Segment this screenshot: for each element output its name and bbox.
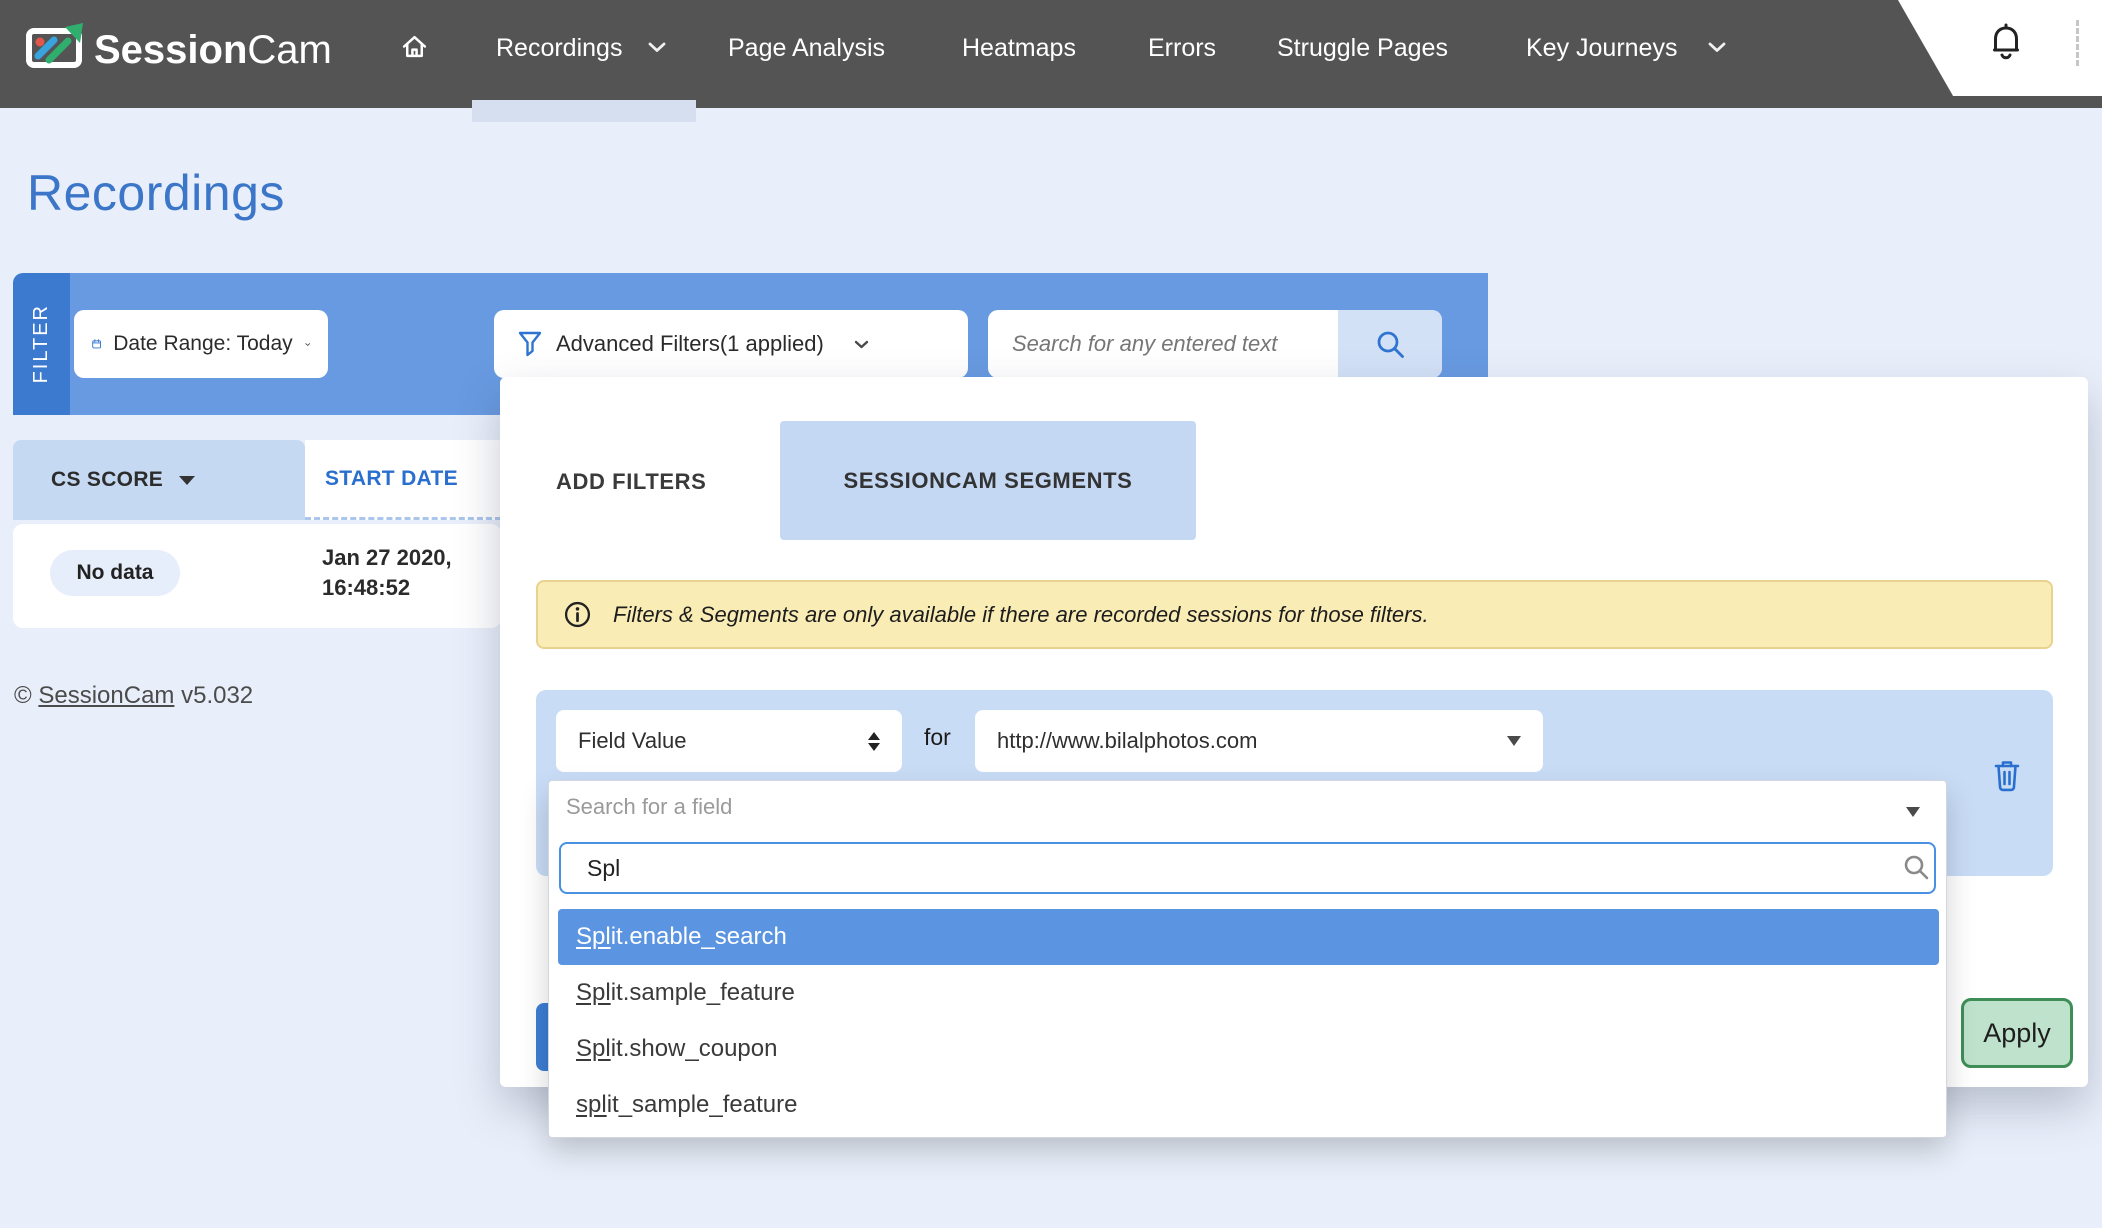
brand-name: SessionCam: [94, 22, 332, 78]
active-tab-indicator: [472, 100, 696, 122]
sessioncam-logo-icon: [25, 22, 85, 74]
notifications-bell-icon[interactable]: [1988, 22, 2024, 71]
chevron-down-icon: [1708, 42, 1726, 53]
field-type-select[interactable]: Field Value: [556, 710, 902, 772]
option-rest-text: it.sample_feature: [611, 979, 795, 1006]
chevron-down-icon: [648, 42, 666, 53]
advanced-filters-button[interactable]: Advanced Filters(1 applied): [494, 310, 968, 378]
column-header-cs-score[interactable]: CS SCORE: [13, 440, 305, 520]
option-rest-text: it.show_coupon: [611, 1035, 778, 1062]
advanced-filters-label: Advanced Filters(1 applied): [556, 331, 824, 357]
copyright-symbol: ©: [14, 682, 32, 709]
field-options-list: Split.enable_search Split.sample_feature…: [558, 909, 1939, 1133]
filter-collapse-tab[interactable]: FILTER: [13, 273, 70, 415]
unfold-arrows-icon: [868, 732, 880, 751]
field-option[interactable]: Split.enable_search: [558, 909, 1939, 965]
field-search-input[interactable]: [559, 842, 1936, 894]
search-button[interactable]: [1338, 310, 1442, 378]
table-row[interactable]: No data Jan 27 2020, 16:48:52: [13, 524, 501, 628]
nav-item-heatmaps[interactable]: Heatmaps: [962, 33, 1076, 63]
field-search-placeholder[interactable]: Search for a field: [566, 794, 732, 820]
option-matched-text: Spl: [576, 923, 611, 950]
for-label: for: [924, 724, 951, 751]
field-type-value: Field Value: [578, 728, 686, 754]
sessioncam-footer-link[interactable]: SessionCam: [38, 682, 174, 709]
option-rest-text: it_sample_feature: [607, 1091, 798, 1118]
field-search-combobox: Search for a field Split.enable_search S…: [548, 780, 1947, 1138]
chevron-down-icon: [305, 340, 310, 349]
calendar-icon: [92, 330, 101, 358]
field-option[interactable]: Split.sample_feature: [558, 965, 1939, 1021]
dropdown-caret-icon: [1906, 807, 1920, 817]
cs-score-header-label: CS SCORE: [51, 468, 163, 492]
more-options-icon[interactable]: [2076, 20, 2079, 66]
version-label: v5.032: [181, 682, 253, 709]
nav-item-page-analysis[interactable]: Page Analysis: [728, 33, 885, 63]
search-icon: [1374, 328, 1406, 360]
start-date-header-label: START DATE: [325, 467, 458, 491]
apply-button[interactable]: Apply: [1961, 998, 2073, 1068]
notice-banner: Filters & Segments are only available if…: [536, 580, 2053, 649]
option-rest-text: it.enable_search: [611, 923, 787, 950]
field-option[interactable]: split_sample_feature: [558, 1077, 1939, 1133]
tab-sessioncam-segments[interactable]: SESSIONCAM SEGMENTS: [780, 421, 1196, 540]
sort-descending-icon: [179, 476, 195, 485]
nav-item-recordings[interactable]: Recordings: [496, 33, 622, 63]
date-range-label: Date Range: Today: [113, 332, 292, 356]
notice-text: Filters & Segments are only available if…: [613, 602, 1429, 628]
start-date-line2: 16:48:52: [322, 573, 452, 603]
trash-icon: [1992, 758, 2022, 792]
advanced-filters-panel: ADD FILTERS SESSIONCAM SEGMENTS Filters …: [500, 377, 2088, 1087]
nav-item-errors[interactable]: Errors: [1148, 33, 1216, 63]
tab-add-filters[interactable]: ADD FILTERS: [556, 469, 706, 495]
start-date-value: Jan 27 2020, 16:48:52: [322, 543, 452, 603]
site-select[interactable]: http://www.bilalphotos.com: [975, 710, 1543, 772]
delete-filter-button[interactable]: [1984, 752, 2030, 798]
option-matched-text: Spl: [576, 979, 611, 1006]
nav-item-struggle-pages[interactable]: Struggle Pages: [1277, 33, 1448, 63]
column-header-start-date[interactable]: START DATE: [305, 440, 501, 520]
footer-copyright: © SessionCam v5.032: [14, 682, 253, 710]
date-range-button[interactable]: Date Range: Today: [74, 310, 328, 378]
sessioncam-logo[interactable]: [25, 22, 85, 74]
option-matched-text: spl: [576, 1091, 607, 1118]
page-title: Recordings: [27, 164, 285, 222]
nav-item-key-journeys[interactable]: Key Journeys: [1526, 33, 1677, 63]
field-option[interactable]: Split.show_coupon: [558, 1021, 1939, 1077]
filter-tab-label: FILTER: [30, 304, 53, 383]
cs-score-badge: No data: [50, 550, 180, 596]
funnel-icon: [518, 331, 542, 357]
brand-cam: Cam: [247, 28, 331, 73]
site-select-value: http://www.bilalphotos.com: [997, 728, 1257, 754]
search-icon: [1902, 853, 1930, 881]
text-search-box: [988, 310, 1442, 378]
home-icon[interactable]: [401, 33, 428, 65]
start-date-line1: Jan 27 2020,: [322, 543, 452, 573]
text-search-input[interactable]: [988, 310, 1338, 378]
brand-session: Session: [94, 28, 247, 73]
info-icon: [564, 601, 591, 628]
dropdown-caret-icon: [1507, 736, 1521, 746]
chevron-down-icon: [854, 340, 869, 349]
option-matched-text: Spl: [576, 1035, 611, 1062]
